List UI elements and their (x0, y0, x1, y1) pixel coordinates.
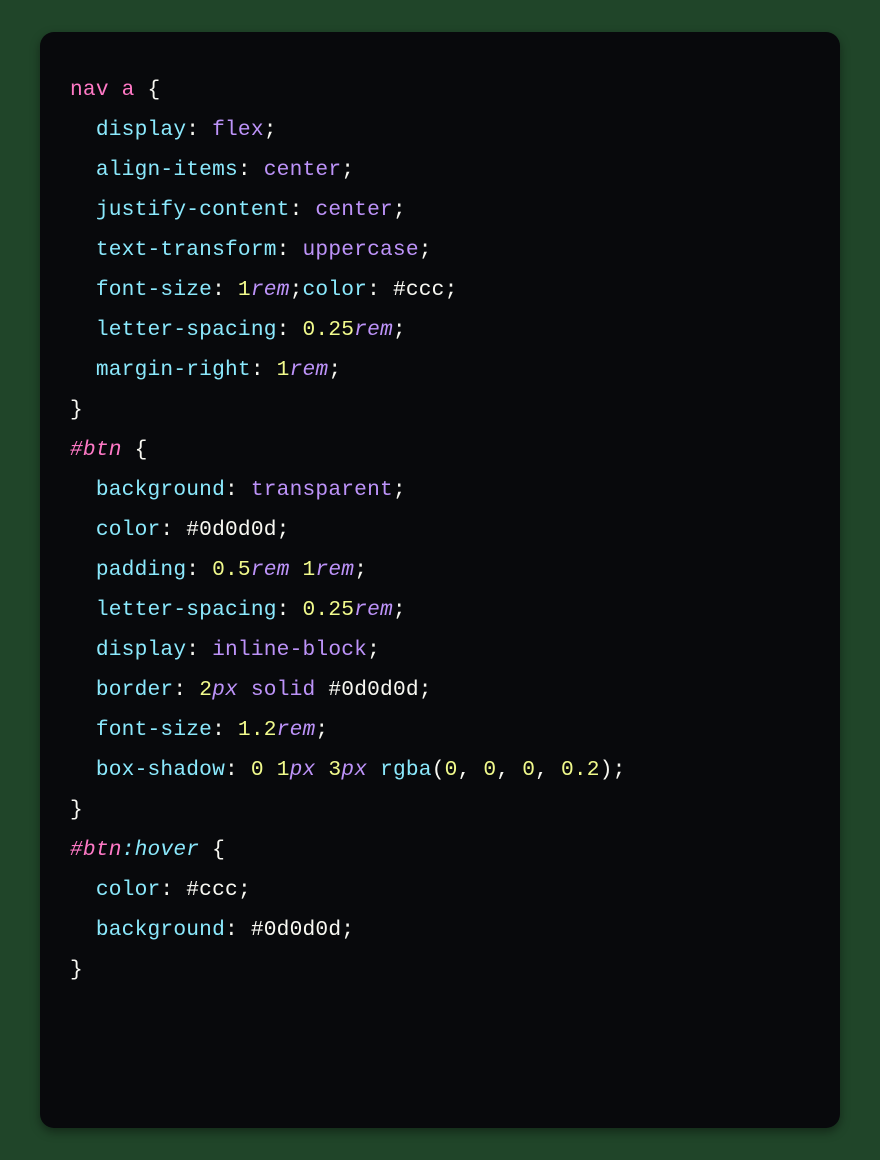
css-number: 1 (303, 558, 316, 582)
brace-open: { (148, 78, 161, 102)
css-number: 1 (277, 358, 290, 382)
css-property: color (96, 878, 161, 902)
css-value: center (264, 158, 342, 182)
code-snippet-frame: nav a { display: flex; align-items: cent… (40, 32, 840, 1128)
css-property: letter-spacing (96, 318, 277, 342)
css-code-block: nav a { display: flex; align-items: cent… (70, 70, 810, 990)
css-unit: rem (354, 318, 393, 342)
brace-open: { (135, 438, 148, 462)
css-value: #ccc (186, 878, 238, 902)
css-property: letter-spacing (96, 598, 277, 622)
brace-close: } (70, 398, 83, 422)
css-property: padding (96, 558, 186, 582)
css-property: color (96, 518, 161, 542)
css-value: inline-block (212, 638, 367, 662)
css-property: display (96, 118, 186, 142)
selector-tag: nav (70, 78, 109, 102)
css-value: #0d0d0d (251, 918, 341, 942)
css-unit: rem (277, 718, 316, 742)
css-number: 2 (199, 678, 212, 702)
css-number: 0.25 (303, 598, 355, 622)
css-property: align-items (96, 158, 238, 182)
css-property: font-size (96, 278, 212, 302)
brace-close: } (70, 958, 83, 982)
css-unit: px (290, 758, 316, 782)
css-number: 1 (277, 758, 290, 782)
css-unit: rem (251, 278, 290, 302)
brace-open: { (212, 838, 225, 862)
css-property: display (96, 638, 186, 662)
css-property: box-shadow (96, 758, 225, 782)
css-value: flex (212, 118, 264, 142)
css-value: uppercase (303, 238, 419, 262)
css-number: 1 (238, 278, 251, 302)
css-value: solid (251, 678, 316, 702)
css-value: #0d0d0d (186, 518, 276, 542)
css-property: color (303, 278, 368, 302)
css-value: #0d0d0d (328, 678, 418, 702)
css-number: 1.2 (238, 718, 277, 742)
css-unit: rem (315, 558, 354, 582)
selector-id: #btn (70, 838, 122, 862)
css-value: #ccc (393, 278, 445, 302)
css-number: 0.5 (212, 558, 251, 582)
css-value: center (315, 198, 393, 222)
css-number: 3 (328, 758, 341, 782)
css-function: rgba (380, 758, 432, 782)
css-unit: rem (354, 598, 393, 622)
brace-close: } (70, 798, 83, 822)
css-unit: rem (251, 558, 290, 582)
css-property: text-transform (96, 238, 277, 262)
css-property: background (96, 918, 225, 942)
selector-tag: a (122, 78, 135, 102)
css-property: border (96, 678, 174, 702)
css-number: 0.25 (303, 318, 355, 342)
css-unit: rem (290, 358, 329, 382)
selector-id: #btn (70, 438, 122, 462)
css-property: font-size (96, 718, 212, 742)
css-value: transparent (251, 478, 393, 502)
css-unit: px (212, 678, 238, 702)
selector-pseudo: :hover (122, 838, 200, 862)
css-property: margin-right (96, 358, 251, 382)
css-unit: px (341, 758, 367, 782)
css-number: 0 (251, 758, 264, 782)
css-property: justify-content (96, 198, 290, 222)
css-property: background (96, 478, 225, 502)
